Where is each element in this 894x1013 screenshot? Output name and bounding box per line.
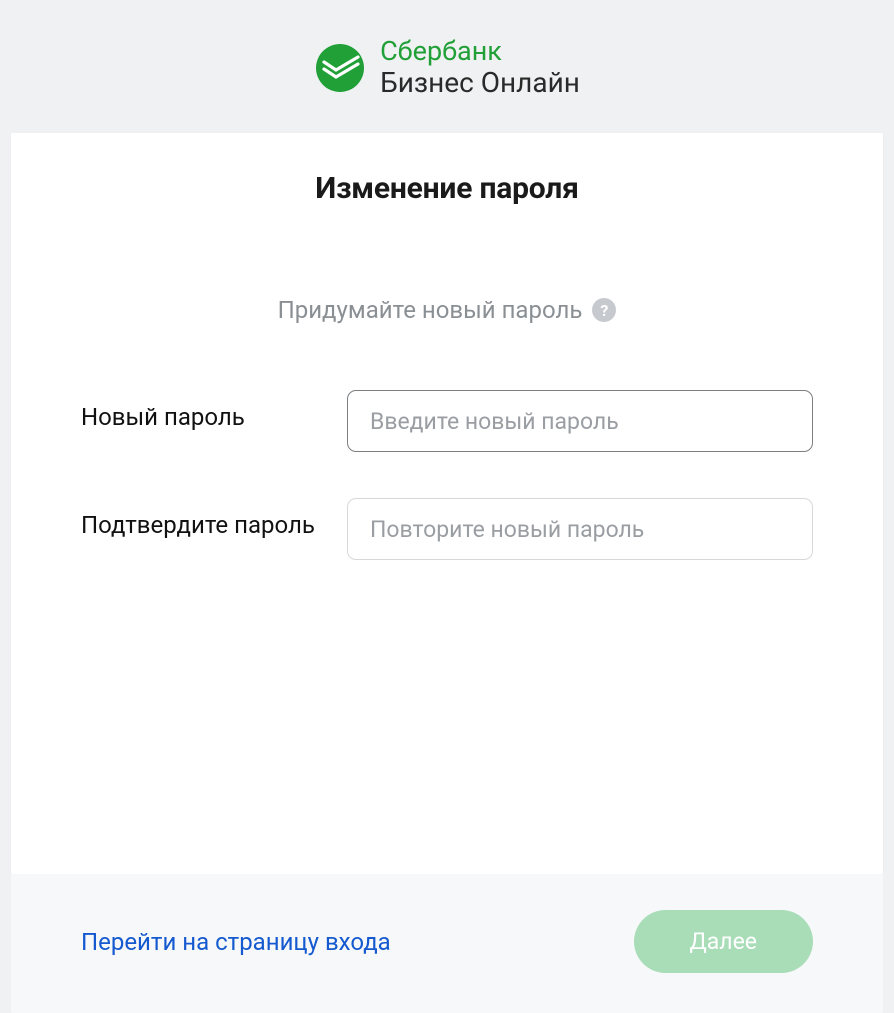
help-icon[interactable]: ?: [592, 298, 616, 322]
spacer: [11, 606, 883, 874]
new-password-row: Новый пароль: [81, 390, 813, 452]
confirm-password-row: Подтвердите пароль: [81, 498, 813, 560]
new-password-input[interactable]: [347, 390, 813, 452]
password-form: Новый пароль Подтвердите пароль: [11, 324, 883, 560]
app-header: Сбербанк Бизнес Онлайн: [0, 0, 894, 133]
next-button[interactable]: Далее: [634, 910, 814, 973]
confirm-password-input[interactable]: [347, 498, 813, 560]
confirm-password-label: Подтвердите пароль: [81, 498, 347, 540]
card-footer: Перейти на страницу входа Далее: [11, 874, 883, 1013]
password-change-card: Изменение пароля Придумайте новый пароль…: [11, 133, 883, 874]
sberbank-logo-icon: [314, 42, 366, 94]
brand-logo: Сбербанк Бизнес Онлайн: [314, 36, 580, 99]
go-to-login-link[interactable]: Перейти на страницу входа: [81, 928, 391, 956]
brand-text: Сбербанк Бизнес Онлайн: [380, 36, 580, 99]
subtitle-text: Придумайте новый пароль: [278, 296, 583, 324]
page-title: Изменение пароля: [11, 171, 883, 206]
new-password-label: Новый пароль: [81, 390, 347, 432]
brand-name-line2: Бизнес Онлайн: [380, 67, 580, 99]
brand-name-line1: Сбербанк: [380, 36, 580, 67]
subtitle-row: Придумайте новый пароль ?: [11, 296, 883, 324]
